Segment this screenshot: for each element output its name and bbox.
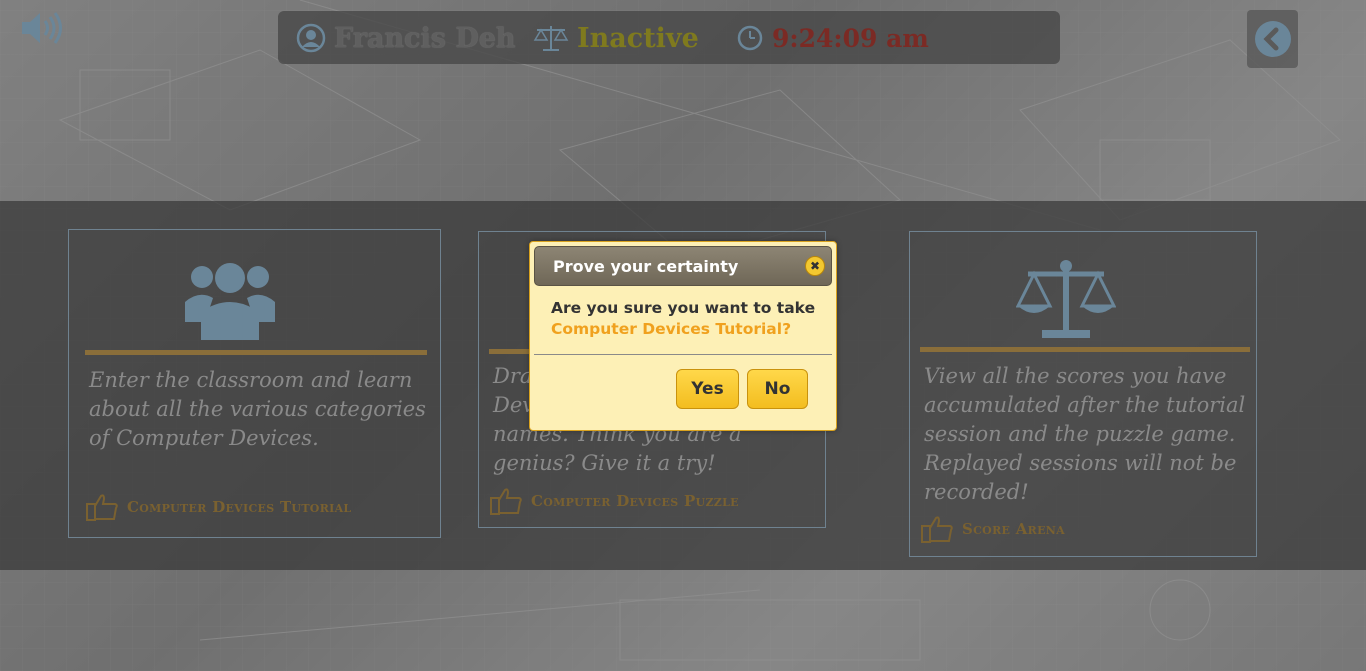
speaker-icon: [22, 12, 62, 44]
link-label: Computer Devices Tutorial: [127, 498, 352, 516]
back-button[interactable]: [1247, 10, 1298, 68]
close-button[interactable]: ✖: [805, 256, 825, 276]
card-description: View all the scores you have accumulated…: [924, 364, 1246, 504]
user-icon: [296, 23, 326, 53]
user-info: Francis Deh: [296, 21, 516, 55]
close-icon: ✖: [809, 259, 821, 273]
scales-icon: [533, 26, 569, 51]
users-icon: [185, 263, 275, 340]
scales-icon: [1016, 260, 1116, 338]
sound-toggle[interactable]: [18, 10, 68, 46]
score-link[interactable]: Score Arena: [920, 514, 1065, 544]
dialog-target: Computer Devices Tutorial?: [551, 320, 792, 338]
dialog-header: Prove your certainty ✖: [534, 246, 832, 286]
yes-button[interactable]: Yes: [676, 369, 739, 409]
dialog-title: Prove your certainty: [553, 257, 739, 276]
card-divider: [920, 347, 1250, 352]
user-name: Francis Deh: [334, 22, 516, 54]
hand-pointer-icon: [490, 488, 522, 515]
chevron-left-icon: [1254, 21, 1291, 57]
hand-pointer-icon: [921, 516, 953, 543]
tutorial-link[interactable]: Computer Devices Tutorial: [85, 492, 351, 522]
dialog-divider: [534, 354, 832, 355]
card-divider: [85, 350, 427, 355]
clock-icon: [737, 25, 763, 51]
hand-pointer-icon: [86, 494, 118, 521]
score-card: View all the scores you have accumulated…: [909, 231, 1257, 557]
description-line: genius? Give it a try!: [493, 451, 716, 475]
link-label: Score Arena: [962, 520, 1065, 538]
puzzle-link[interactable]: Computer Devices Puzzle: [489, 486, 739, 516]
link-label: Computer Devices Puzzle: [531, 492, 739, 510]
clock: 9:24:09 am: [736, 21, 929, 55]
current-time: 9:24:09 am: [772, 23, 929, 53]
dialog-body: Are you sure you want to take Computer D…: [551, 298, 821, 340]
confirm-dialog: Prove your certainty ✖ Are you sure you …: [529, 241, 837, 431]
card-description: Enter the classroom and learn about all …: [89, 368, 426, 450]
user-status-bar: Francis Deh Inactive 9:24:09 am: [278, 11, 1060, 64]
tutorial-card: Enter the classroom and learn about all …: [68, 229, 441, 538]
status-text: Inactive: [577, 22, 699, 54]
dialog-question: Are you sure you want to take: [551, 299, 816, 317]
user-status: Inactive: [533, 21, 699, 55]
no-button[interactable]: No: [747, 369, 808, 409]
